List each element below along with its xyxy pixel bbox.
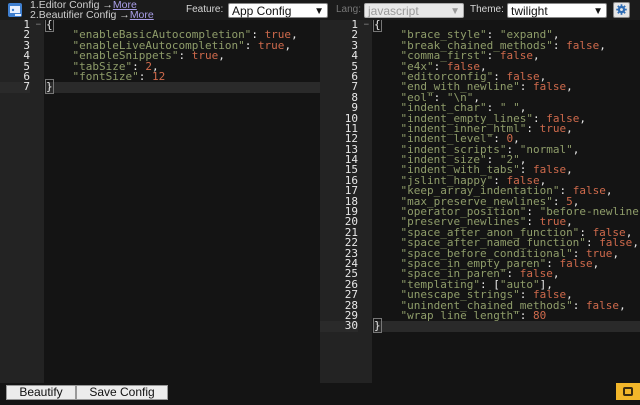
right-line-number: 30 [320,320,358,332]
gear-icon [616,4,627,15]
chevron-down-icon: ▼ [450,6,460,17]
editor-config-editor[interactable]: 1−2 3 4 5 6 7 { "enableBasicAutocompletion": … [0,20,320,383]
step-beautifier-config: 2.Beautifier Config →More [30,9,154,21]
app-icon[interactable] [8,3,22,17]
left-code-area[interactable]: { "enableBasicAutocompletion": true, "en… [45,20,320,95]
top-toolbar: 1.Editor Config →More 2.Beautifier Confi… [0,0,640,20]
lang-select[interactable]: javascript ▼ [364,3,464,18]
right-code-line[interactable]: } [373,318,640,334]
lang-label: Lang: [336,4,362,15]
left-gutter: 1−2 3 4 5 6 7 [0,20,44,383]
chevron-down-icon: ▼ [593,6,603,17]
right-code-area[interactable]: { "brace_style": "expand", "break_chaine… [373,20,640,334]
save-config-button[interactable]: Save Config [76,385,168,400]
status-icon [616,383,640,400]
beautify-button[interactable]: Beautify [6,385,76,400]
fold-arrow-icon[interactable]: − [36,20,41,30]
chevron-down-icon: ▼ [314,6,324,17]
status-indicator-icon [623,387,633,396]
config-steps: 1.Editor Config →More 2.Beautifier Confi… [30,0,154,20]
beautifier-config-editor[interactable]: 1−2 3 4 5 6 7 8 9 10 11 12 13 14 15 16 17 18 19 20 21 22 23 24… [320,20,640,383]
right-gutter: 1−2 3 4 5 6 7 8 9 10 11 12 13 14 15 16 17 18 19 20 21 22 23 24… [320,20,372,383]
theme-select[interactable]: twilight ▼ [507,3,607,18]
feature-select[interactable]: App Config ▼ [228,3,328,18]
bottom-toolbar: Beautify Save Config [0,383,640,400]
feature-label: Feature: [186,4,224,15]
fold-arrow-icon[interactable]: − [364,20,369,30]
right-code-line[interactable]: "wrap_line_length": 80 [374,310,640,321]
theme-label: Theme: [470,4,504,15]
left-code-line[interactable]: } [45,79,320,95]
settings-button[interactable] [613,2,630,18]
left-code-line[interactable]: "fontSize": 12 [46,71,320,82]
left-line-number: 7 [0,81,30,93]
